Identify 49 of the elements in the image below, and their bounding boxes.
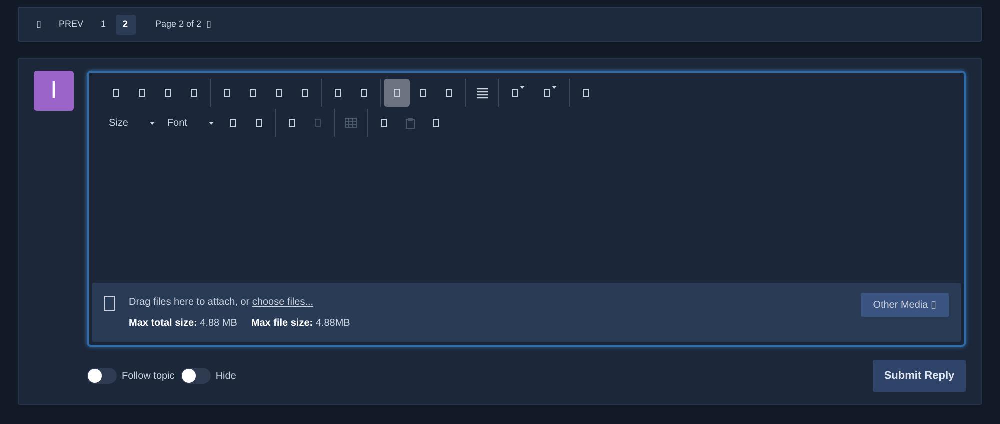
glyph-icon [191, 89, 197, 97]
glyph-icon [420, 89, 426, 97]
glyph-icon [165, 89, 171, 97]
glyph-icon [250, 89, 256, 97]
file-icon [104, 296, 115, 311]
previous-button[interactable]: ▯ [29, 14, 49, 34]
avatar: I [34, 71, 74, 111]
toggle-switch[interactable] [180, 368, 211, 384]
jump-button[interactable]: ▯ [206, 14, 212, 34]
other-media-button[interactable]: Other Media ▯ [861, 293, 949, 317]
horizontal-rule-icon [476, 88, 488, 98]
glyph-icon [289, 119, 296, 127]
glyph-icon [433, 119, 440, 127]
toolbar-dropdown[interactable]: Font [161, 109, 220, 137]
glyph-icon [139, 89, 145, 97]
submit-button[interactable]: Submit Reply [873, 360, 966, 392]
caret-icon [150, 122, 156, 124]
glyph-icon [302, 89, 308, 97]
toggle-switch[interactable] [87, 368, 117, 384]
glyph-icon [113, 89, 119, 97]
glyph-icon [583, 89, 589, 97]
glyph-icon [381, 119, 388, 127]
glyph-icon [394, 89, 400, 97]
glyph-icon [224, 89, 230, 97]
choose-files-link[interactable]: choose files... [252, 296, 314, 308]
toggle-label: Follow topic [122, 370, 175, 384]
page-link[interactable]: 2 [116, 14, 136, 34]
glyph-icon [276, 89, 282, 97]
attach-prompt: Drag files here to attach, or choose files... [129, 296, 315, 310]
glyph-icon [315, 119, 322, 127]
size-limit: Max file size: 4.88MB [251, 316, 350, 330]
glyph-icon [256, 119, 262, 127]
page-summary: Page 2 of 2 [156, 18, 202, 31]
size-limit: Max total size: 4.88 MB [129, 316, 238, 330]
glyph-icon [512, 89, 518, 97]
glyph-icon [361, 89, 367, 97]
table-icon [345, 118, 358, 128]
caret-icon [209, 122, 214, 124]
glyph-icon [544, 89, 550, 97]
glyph-icon [446, 89, 452, 97]
prev-link[interactable]: PREV [51, 14, 92, 34]
page-link[interactable]: 1 [94, 14, 114, 34]
clipboard-icon [406, 118, 415, 128]
toggle-label: Hide [216, 370, 236, 384]
glyph-icon [335, 89, 341, 97]
caret-icon [520, 86, 524, 89]
toolbar-dropdown[interactable]: Size [103, 109, 162, 137]
caret-icon [552, 86, 556, 89]
glyph-icon [230, 119, 236, 127]
